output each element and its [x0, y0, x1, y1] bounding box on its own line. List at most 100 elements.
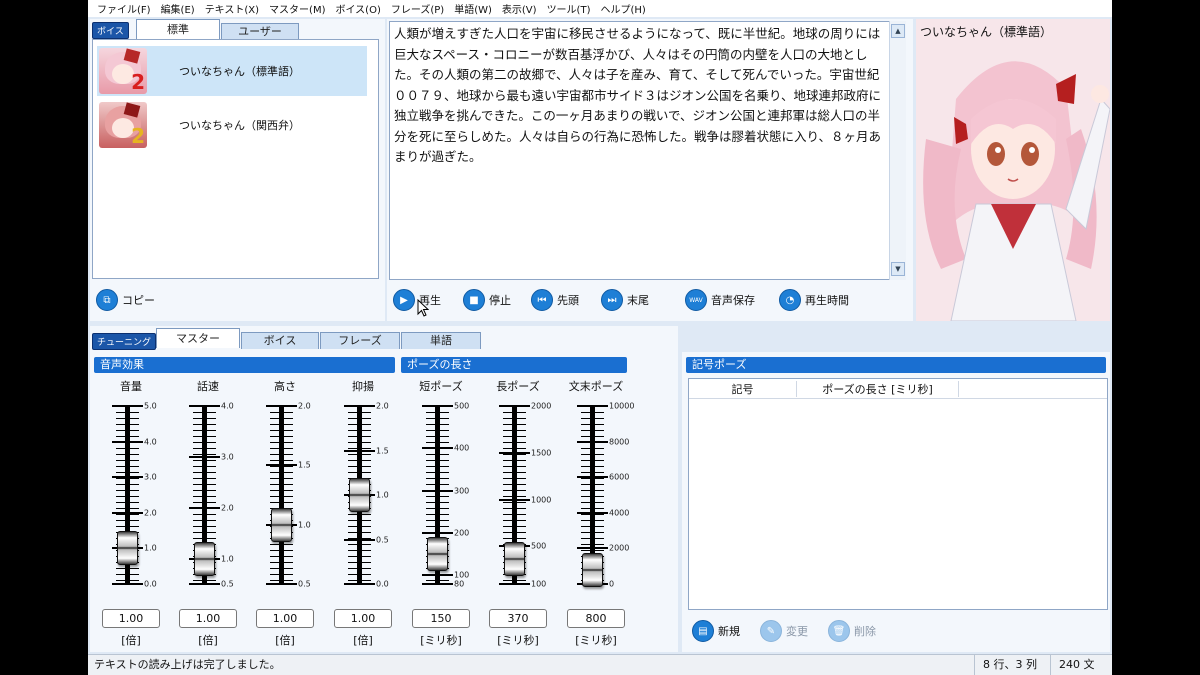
slider-thumb[interactable]	[271, 507, 292, 542]
editor-panel: 人類が増えすぎた人口を宇宙に移民させるようになって、既に半世紀。地球の周りには巨…	[387, 19, 913, 321]
slider-scale-label: 6000	[609, 472, 630, 482]
slider-6: 文末ポーズ 10000 8000 6000 4000 2000 0 800 [ミリ秒]	[557, 378, 635, 648]
slider-major-tick	[344, 449, 375, 452]
list-item[interactable]: 2 ついなちゃん（標準語）	[97, 46, 367, 96]
voice-badge: 2	[131, 70, 145, 94]
slider-value-input[interactable]: 1.00	[334, 609, 392, 628]
slider-unit: [ミリ秒]	[575, 634, 617, 647]
slider-value-input[interactable]: 800	[567, 609, 625, 628]
tab-master[interactable]: マスター	[156, 328, 240, 348]
slider-major-tick	[577, 476, 608, 479]
menu-help[interactable]: ヘルプ(H)	[595, 1, 650, 16]
column-pause-length[interactable]: ポーズの長さ [ミリ秒]	[797, 380, 959, 397]
tab-word[interactable]: 単語	[401, 332, 481, 349]
menu-word[interactable]: 単語(W)	[449, 1, 497, 16]
new-button[interactable]: ▤ 新規	[692, 620, 740, 642]
menu-master[interactable]: マスター(M)	[264, 1, 330, 16]
tab-voice[interactable]: ボイス	[241, 332, 319, 349]
editor-scrollbar[interactable]: ▲ ▼	[889, 21, 906, 280]
slider-thumb[interactable]	[349, 478, 370, 512]
slider-major-tick	[344, 538, 375, 541]
edit-label: 変更	[786, 625, 808, 638]
slider-unit: [ミリ秒]	[497, 634, 539, 647]
new-label: 新規	[718, 625, 740, 638]
first-label: 先頭	[557, 294, 579, 307]
stop-label: 停止	[489, 294, 511, 307]
slider-major-tick	[189, 583, 220, 585]
symbol-pause-header: 記号ポーズ	[686, 357, 1106, 373]
edit-button[interactable]: ✎ 変更	[760, 620, 808, 642]
slider-major-tick	[189, 405, 220, 407]
slider-value-input[interactable]: 1.00	[256, 609, 314, 628]
list-item[interactable]: 2 ついなちゃん（関西弁）	[97, 100, 367, 150]
slider-scale-label: 0.5	[376, 535, 389, 544]
menu-bar: ファイル(F) 編集(E) テキスト(X) マスター(M) ボイス(O) フレー…	[88, 0, 1112, 17]
slider-scale-label: 1.5	[298, 460, 311, 470]
tab-phrase[interactable]: フレーズ	[320, 332, 400, 349]
slider-thumb[interactable]	[194, 541, 215, 576]
slider-thumb[interactable]	[582, 552, 603, 587]
slider-value-input[interactable]: 1.00	[102, 609, 160, 628]
trash-icon: 🗑	[828, 620, 850, 642]
menu-text[interactable]: テキスト(X)	[200, 1, 264, 16]
menu-edit[interactable]: 編集(E)	[156, 1, 200, 16]
slider-unit: [倍]	[198, 634, 218, 647]
slider-value-input[interactable]: 370	[489, 609, 547, 628]
slider-scale-label: 1.0	[376, 490, 389, 500]
tab-user[interactable]: ユーザー	[221, 23, 299, 40]
voice-panel-label: ボイス	[92, 22, 129, 39]
slider-5: 長ポーズ 2000 1500 1000 500 100 370 [ミリ秒]	[479, 378, 557, 648]
character-illustration	[916, 19, 1110, 321]
slider-major-tick	[499, 451, 530, 454]
slider-scale-label: 2.0	[144, 508, 157, 518]
slider-scale-label: 1.0	[144, 543, 157, 553]
text-editor[interactable]: 人類が増えすぎた人口を宇宙に移民させるようになって、既に半世紀。地球の周りには巨…	[389, 21, 890, 280]
slider-major-tick	[344, 405, 375, 407]
column-symbol[interactable]: 記号	[689, 380, 797, 397]
voice-effects-header: 音声効果	[94, 357, 395, 373]
slider-scale-label: 8000	[609, 437, 630, 447]
slider-major-tick	[577, 511, 608, 514]
menu-voice[interactable]: ボイス(O)	[330, 1, 385, 16]
slider-scale-label: 0.5	[298, 579, 311, 589]
save-audio-button[interactable]: WAV 音声保存	[685, 289, 755, 311]
delete-button[interactable]: 🗑 削除	[828, 620, 876, 642]
slider-major-tick	[112, 405, 143, 407]
portrait-name: ついなちゃん（標準語）	[920, 25, 1053, 39]
slider-thumb[interactable]	[117, 531, 138, 566]
tab-standard[interactable]: 標準	[136, 19, 220, 39]
slider-value-input[interactable]: 150	[412, 609, 470, 628]
slider-0: 音量 5.0 4.0 3.0 2.0 1.0 0.0 1.00 [倍]	[92, 378, 170, 648]
slider-value-input[interactable]: 1.00	[179, 609, 237, 628]
copy-icon: ⧉	[96, 289, 118, 311]
avatar: 2	[99, 102, 147, 148]
slider-scale-label: 300	[454, 486, 470, 496]
scroll-up-icon[interactable]: ▲	[891, 24, 905, 38]
last-button[interactable]: ⏭ 末尾	[601, 289, 649, 311]
stop-button[interactable]: ■ 停止	[463, 289, 511, 311]
slider-scale-label: 3.0	[221, 452, 234, 462]
menu-phrase[interactable]: フレーズ(P)	[386, 1, 449, 16]
menu-file[interactable]: ファイル(F)	[92, 1, 156, 16]
slider-label: 音量	[120, 380, 142, 393]
menu-tools[interactable]: ツール(T)	[542, 1, 596, 16]
slider-thumb[interactable]	[427, 537, 448, 572]
skip-forward-icon: ⏭	[601, 289, 623, 311]
first-button[interactable]: ⏮ 先頭	[531, 289, 579, 311]
slider-thumb[interactable]	[504, 541, 525, 576]
symbol-pause-table[interactable]: 記号 ポーズの長さ [ミリ秒]	[688, 378, 1108, 610]
slider-label: 話速	[197, 380, 219, 393]
menu-view[interactable]: 表示(V)	[497, 1, 542, 16]
slider-scale-label: 2000	[531, 401, 552, 411]
copy-button[interactable]: ⧉ コピー	[96, 289, 155, 311]
slider-scale-label: 4000	[609, 508, 630, 518]
slider-major-tick	[189, 506, 220, 509]
voice-panel: ボイス 標準 ユーザー 2 ついなちゃん（標準語） 2 ついなちゃん（関西弁） …	[90, 19, 385, 321]
scroll-down-icon[interactable]: ▼	[891, 262, 905, 276]
slider-2: 高さ 2.0 1.5 1.0 0.5 1.00 [倍]	[246, 378, 324, 648]
slider-scale-label: 200	[454, 528, 470, 538]
play-time-button[interactable]: ◔ 再生時間	[779, 289, 849, 311]
slider-scale-label: 2.0	[298, 401, 311, 411]
slider-unit: [倍]	[275, 634, 295, 647]
slider-track[interactable]	[279, 406, 284, 584]
